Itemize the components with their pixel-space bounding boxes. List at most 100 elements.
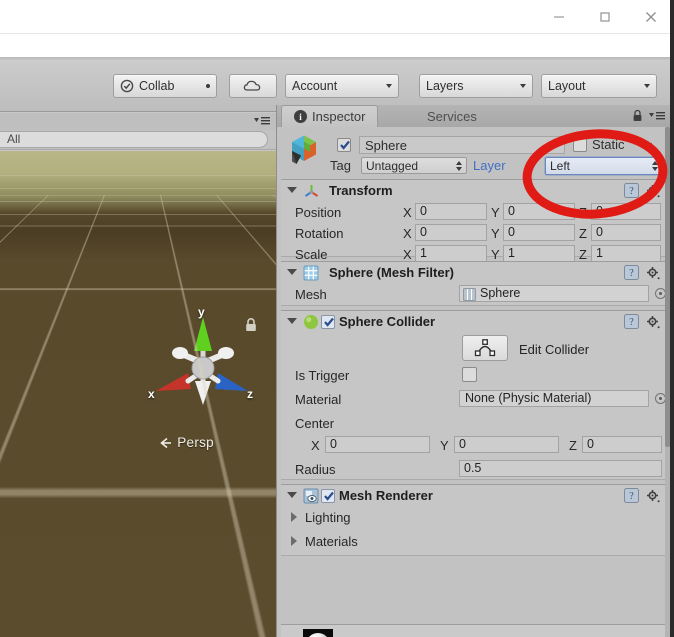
component-transform-header[interactable]: Transform ? bbox=[281, 180, 667, 202]
position-x-input[interactable]: 0 bbox=[415, 203, 487, 220]
layer-value: Left bbox=[550, 159, 571, 173]
scene-canvas[interactable]: y x z Persp bbox=[0, 113, 276, 637]
position-label: Position bbox=[295, 205, 342, 220]
gear-icon[interactable] bbox=[646, 184, 660, 198]
layer-dropdown[interactable]: Left bbox=[545, 157, 663, 175]
cloud-button[interactable] bbox=[229, 74, 277, 98]
foldout-icon[interactable] bbox=[291, 512, 297, 522]
rotation-x-input[interactable]: 0 bbox=[415, 224, 487, 241]
updown-icon bbox=[652, 161, 658, 171]
svg-text:?: ? bbox=[629, 491, 634, 502]
axis-z-label: Z bbox=[569, 438, 577, 453]
svg-text:?: ? bbox=[629, 268, 634, 279]
foldout-icon[interactable] bbox=[287, 492, 297, 498]
help-icon[interactable]: ? bbox=[624, 183, 639, 198]
scene-view-gizmo[interactable]: y x z bbox=[148, 305, 258, 421]
transform-rotation-row: Rotation X 0 Y 0 Z 0 bbox=[281, 223, 667, 244]
mesh-value: Sphere bbox=[480, 286, 521, 300]
axis-z-label: Z bbox=[579, 247, 587, 262]
gear-icon[interactable] bbox=[646, 489, 660, 503]
svg-text:?: ? bbox=[629, 186, 634, 197]
component-sphere-collider-title: Sphere Collider bbox=[339, 314, 436, 329]
foldout-icon[interactable] bbox=[287, 187, 297, 193]
updown-icon bbox=[456, 161, 462, 171]
position-y-input[interactable]: 0 bbox=[503, 203, 575, 220]
center-y-input[interactable]: 0 bbox=[454, 436, 559, 453]
maximize-button[interactable] bbox=[582, 0, 628, 33]
gear-icon[interactable] bbox=[646, 315, 660, 329]
static-checkbox[interactable] bbox=[573, 138, 587, 152]
edit-collider-button[interactable] bbox=[462, 335, 508, 361]
position-z-input[interactable]: 0 bbox=[591, 203, 661, 220]
tab-inspector[interactable]: i Inspector bbox=[281, 105, 379, 127]
account-button[interactable]: Account bbox=[285, 74, 399, 98]
sphere-collider-enabled-checkbox[interactable] bbox=[321, 315, 335, 329]
help-icon[interactable]: ? bbox=[624, 488, 639, 503]
gameobject-name-input[interactable]: Sphere bbox=[359, 136, 565, 154]
center-z-input[interactable]: 0 bbox=[582, 436, 662, 453]
center-x-input[interactable]: 0 bbox=[325, 436, 430, 453]
materials-label: Materials bbox=[305, 534, 358, 549]
edit-collider-row: Edit Collider bbox=[281, 333, 667, 365]
foldout-icon[interactable] bbox=[287, 269, 297, 275]
scale-y-input[interactable]: 1 bbox=[503, 245, 575, 262]
sphere-collider-icon bbox=[304, 315, 318, 329]
mesh-object-field[interactable]: Sphere bbox=[459, 285, 649, 302]
inspector-panel: i Inspector Services Sphere Static Tag U… bbox=[276, 105, 671, 637]
layers-button[interactable]: Layers bbox=[419, 74, 533, 98]
tag-dropdown[interactable]: Untagged bbox=[361, 157, 467, 174]
mesh-icon bbox=[463, 288, 476, 301]
check-icon bbox=[324, 317, 334, 327]
collab-button[interactable]: Collab bbox=[113, 74, 217, 98]
component-mesh-filter: Sphere (Mesh Filter) ? Mesh Sphere bbox=[281, 261, 667, 306]
help-icon[interactable]: ? bbox=[624, 265, 639, 280]
static-dropdown-icon[interactable] bbox=[642, 143, 652, 149]
axis-x-label: X bbox=[403, 247, 412, 262]
inspector-tabbar: i Inspector Services bbox=[277, 105, 671, 127]
search-input[interactable]: All bbox=[0, 131, 268, 148]
axis-z-label: Z bbox=[579, 205, 587, 220]
component-default-material-header[interactable]: Default-Material ? bbox=[281, 625, 667, 637]
component-sphere-collider-header[interactable]: Sphere Collider ? bbox=[281, 311, 667, 333]
lock-icon[interactable] bbox=[632, 109, 643, 122]
help-icon[interactable]: ? bbox=[624, 314, 639, 329]
axis-y-label: Y bbox=[491, 205, 500, 220]
radius-label: Radius bbox=[295, 462, 336, 477]
panel-menu-icon[interactable] bbox=[649, 111, 665, 121]
is-trigger-checkbox[interactable] bbox=[462, 367, 477, 382]
component-default-material: Default-Material ? bbox=[281, 624, 667, 637]
transform-icon bbox=[304, 185, 319, 197]
materials-foldout-row[interactable]: Materials bbox=[281, 531, 667, 555]
mesh-label: Mesh bbox=[295, 287, 327, 302]
rotation-z-input[interactable]: 0 bbox=[591, 224, 661, 241]
gizmo-axis-z-label: z bbox=[247, 387, 253, 401]
radius-input[interactable]: 0.5 bbox=[459, 460, 662, 477]
foldout-icon[interactable] bbox=[287, 318, 297, 324]
gear-icon[interactable] bbox=[646, 266, 660, 280]
gameobject-enabled-checkbox[interactable] bbox=[337, 138, 351, 152]
collab-dropdown-dot[interactable] bbox=[206, 84, 210, 88]
scene-view[interactable]: All y x z Persp bbox=[0, 113, 276, 637]
panel-menu-icon[interactable] bbox=[254, 116, 270, 126]
component-mesh-renderer-header[interactable]: Mesh Renderer ? bbox=[281, 485, 667, 507]
is-trigger-row: Is Trigger bbox=[281, 365, 667, 389]
tab-services[interactable]: Services bbox=[415, 105, 489, 127]
center-label-row: Center bbox=[281, 413, 667, 435]
rotation-y-input[interactable]: 0 bbox=[503, 224, 575, 241]
scene-projection-label[interactable]: Persp bbox=[160, 435, 214, 450]
foldout-icon[interactable] bbox=[291, 536, 297, 546]
scale-z-input[interactable]: 1 bbox=[591, 245, 661, 262]
mesh-renderer-enabled-checkbox[interactable] bbox=[321, 489, 335, 503]
physic-material-field[interactable]: None (Physic Material) bbox=[459, 390, 649, 407]
close-button[interactable] bbox=[628, 0, 674, 33]
minimize-button[interactable] bbox=[536, 0, 582, 33]
component-transform-title: Transform bbox=[329, 183, 393, 198]
component-mesh-filter-header[interactable]: Sphere (Mesh Filter) ? bbox=[281, 262, 667, 284]
center-values-row: X 0 Y 0 Z 0 bbox=[281, 435, 667, 459]
component-transform: Transform ? Position X 0 Y 0 Z 0 Rotatio… bbox=[281, 179, 667, 262]
center-label: Center bbox=[295, 416, 335, 431]
scale-x-input[interactable]: 1 bbox=[415, 245, 487, 262]
transform-position-row: Position X 0 Y 0 Z 0 bbox=[281, 202, 667, 223]
layout-button[interactable]: Layout bbox=[541, 74, 657, 98]
lighting-foldout-row[interactable]: Lighting bbox=[281, 507, 667, 531]
